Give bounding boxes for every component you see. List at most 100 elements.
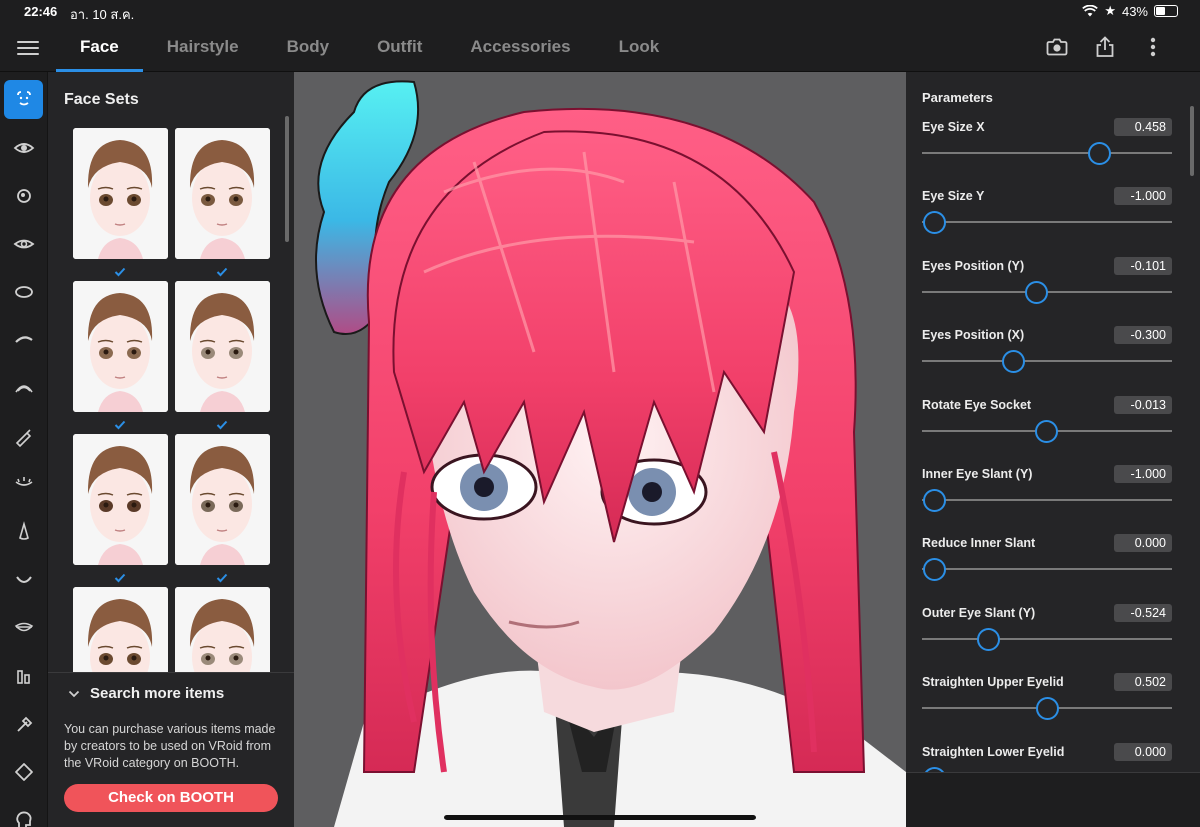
parameter-value-field[interactable]: [1114, 534, 1172, 553]
face-sets-title: Face Sets: [64, 91, 139, 108]
face-set-thumbnail[interactable]: [175, 281, 270, 412]
eye-line-icon[interactable]: [4, 464, 43, 503]
search-more-header: Search more items: [90, 685, 225, 702]
check-on-booth-button[interactable]: Check on BOOTH: [64, 784, 278, 812]
parameter-slider-row: Rotate Eye Socket: [922, 395, 1172, 458]
parameter-label: Eyes Position (Y): [922, 258, 1025, 273]
tab-accessories[interactable]: Accessories: [446, 24, 594, 72]
parameters-scrollbar[interactable]: [1190, 106, 1194, 176]
eyebrow-icon[interactable]: [4, 320, 43, 359]
share-icon[interactable]: [1092, 34, 1118, 60]
brush-icon[interactable]: [4, 704, 43, 743]
ear-icon[interactable]: [4, 656, 43, 695]
face-sets-panel: Face Sets: [48, 72, 294, 718]
status-time: 22:46: [24, 4, 58, 19]
search-more-toggle[interactable]: Search more items: [68, 685, 224, 702]
parameter-value-field[interactable]: [1114, 742, 1172, 761]
face-set-thumbnail[interactable]: [73, 434, 168, 565]
checkmark-icon: [114, 264, 126, 277]
parameter-label: Eye Size Y: [922, 189, 985, 204]
wifi-icon: [1082, 5, 1099, 17]
left-tool-rail: [0, 72, 48, 827]
face-sets-scrollbar[interactable]: [285, 116, 289, 242]
nose-icon[interactable]: [4, 512, 43, 551]
more-vertical-icon[interactable]: [1140, 34, 1166, 60]
slider-handle[interactable]: [923, 211, 946, 235]
parameter-label: Straighten Upper Eyelid: [922, 675, 1064, 690]
tab-outfit[interactable]: Outfit: [353, 24, 446, 72]
parameter-slider-row: Eye Size X: [922, 118, 1172, 180]
parameters-title: Parameters: [922, 90, 993, 105]
chevron-down-icon: [68, 690, 80, 697]
slider-handle[interactable]: [923, 489, 946, 512]
checkmark-icon: [216, 264, 228, 277]
face-set-thumbnail[interactable]: [175, 434, 270, 565]
star-icon: ★: [1104, 3, 1116, 18]
eyelash-icon[interactable]: [4, 368, 43, 407]
parameter-label: Rotate Eye Socket: [922, 397, 1032, 412]
face-outline-icon[interactable]: [4, 272, 43, 311]
category-tabs: Face Hairstyle Body Outfit Accessories Look: [56, 24, 683, 72]
tab-body[interactable]: Body: [263, 24, 354, 72]
parameter-slider-row: Reduce Inner Slant: [922, 534, 1172, 596]
eyeliner-icon[interactable]: [4, 416, 43, 455]
parameter-value-field[interactable]: [1114, 256, 1172, 275]
camera-icon[interactable]: [1044, 34, 1070, 60]
parameter-value-field[interactable]: [1114, 673, 1172, 692]
slider-handle[interactable]: [1024, 280, 1048, 304]
app-window: 22:46 อา. 10 ส.ค. ★ 43% Face Hairstyle Bod…: [0, 0, 1200, 827]
head-icon[interactable]: [4, 800, 43, 827]
status-bar: 22:46 อา. 10 ส.ค. ★ 43%: [0, 0, 1200, 24]
slider-track[interactable]: [922, 360, 1172, 363]
parameter-value-field[interactable]: [1114, 326, 1172, 345]
parameter-slider-row: Eyes Position (X): [922, 326, 1172, 388]
iris-icon[interactable]: [4, 176, 43, 215]
slider-handle[interactable]: [1034, 419, 1058, 443]
eye-white-icon[interactable]: [4, 224, 43, 263]
status-right: ★ 43%: [1082, 3, 1178, 19]
tab-face[interactable]: Face: [56, 24, 143, 72]
parameters-panel: Parameters Eye Size X Eye Size Y Eyes Posi…: [906, 72, 1200, 772]
avatar-preview: [315, 80, 906, 827]
parameter-slider-row: Eyes Position (Y): [922, 256, 1172, 319]
search-more-section: Search more items You can purchase vario…: [48, 672, 294, 827]
parameter-value-field[interactable]: [1114, 118, 1172, 136]
parameter-slider-row: Straighten Lower Eyelid: [922, 742, 1172, 772]
slider-handle[interactable]: [1036, 697, 1060, 721]
parameter-label: Straighten Lower Eyelid: [922, 744, 1065, 759]
face-set-thumbnail[interactable]: [73, 281, 168, 412]
slider-track[interactable]: [922, 499, 1172, 501]
eye-icon[interactable]: [4, 128, 43, 167]
hamburger-menu-icon[interactable]: [17, 38, 39, 58]
parameter-value-field[interactable]: [1114, 603, 1172, 622]
face-set-thumbnail[interactable]: [175, 128, 270, 259]
slider-track[interactable]: [922, 568, 1172, 571]
face-set-thumbnail[interactable]: [73, 128, 168, 259]
slider-handle[interactable]: [923, 558, 946, 582]
parameter-label: Reduce Inner Slant: [922, 536, 1036, 551]
checkmark-icon: [216, 417, 228, 430]
mouth-icon[interactable]: [4, 560, 43, 599]
parameters-footer: [906, 772, 1200, 827]
face-icon[interactable]: [4, 80, 43, 119]
slider-handle[interactable]: [1087, 142, 1111, 165]
parameter-value-field[interactable]: [1114, 465, 1172, 483]
parameter-label: Inner Eye Slant (Y): [922, 467, 1033, 481]
slider-track[interactable]: [922, 637, 1172, 640]
slider-handle[interactable]: [976, 627, 1000, 651]
checkmark-icon: [216, 570, 228, 583]
avatar-viewport[interactable]: [294, 72, 906, 827]
tab-look[interactable]: Look: [595, 24, 684, 72]
parameter-slider-row: Inner Eye Slant (Y): [922, 465, 1172, 527]
parameter-label: Eye Size X: [922, 120, 985, 134]
parameter-value-field[interactable]: [1114, 187, 1172, 206]
parameter-value-field[interactable]: [1114, 395, 1172, 414]
teeth-icon[interactable]: [4, 608, 43, 647]
slider-track[interactable]: [922, 221, 1172, 224]
battery-percent: 43%: [1121, 3, 1148, 19]
slider-handle[interactable]: [1002, 350, 1026, 374]
slider-track[interactable]: [922, 152, 1172, 154]
face-shape-icon[interactable]: [4, 752, 43, 791]
tab-hairstyle[interactable]: Hairstyle: [143, 24, 263, 72]
parameter-slider-row: Outer Eye Slant (Y): [922, 603, 1172, 666]
